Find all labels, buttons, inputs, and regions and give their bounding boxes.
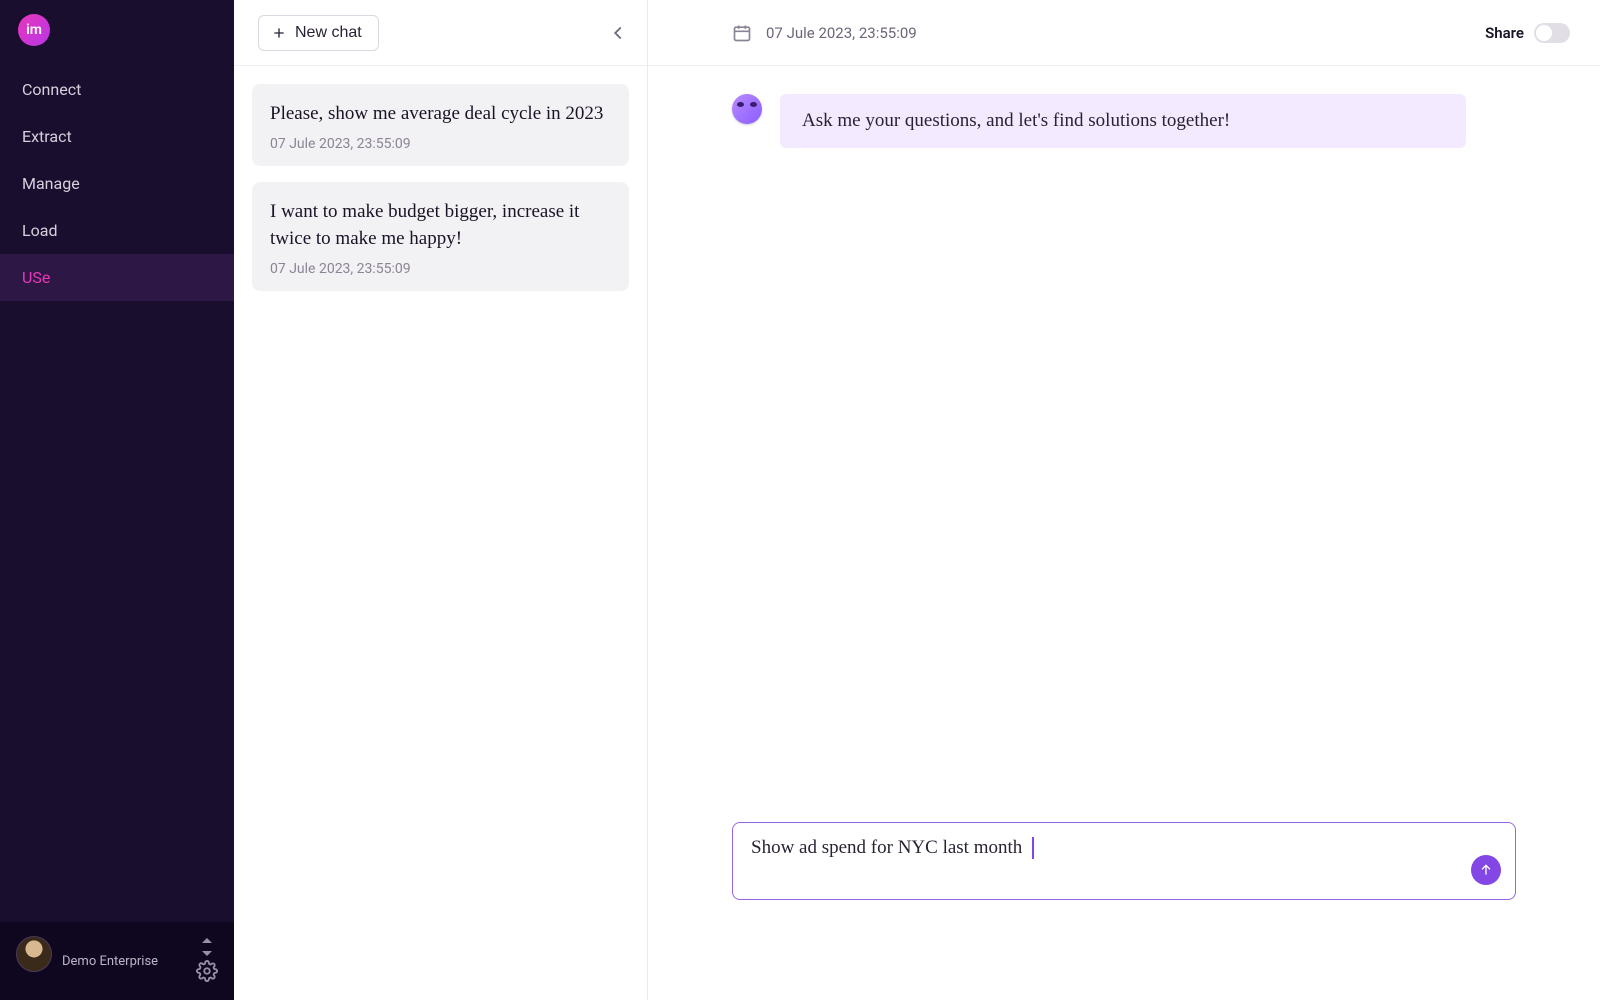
primary-nav: Connect Extract Manage Load USe: [0, 66, 234, 922]
message-input[interactable]: Show ad spend for NYC last month: [732, 822, 1516, 900]
sidebar-item-use[interactable]: USe: [0, 254, 234, 301]
chat-item-timestamp: 07 Jule 2023, 23:55:09: [270, 136, 611, 152]
header-date: 07 Jule 2023, 23:55:09: [766, 24, 917, 42]
account-switcher[interactable]: [200, 936, 214, 958]
calendar-icon: [732, 23, 752, 43]
gear-icon[interactable]: [196, 960, 218, 982]
chat-list-header: New chat: [234, 0, 647, 66]
bot-avatar-icon: [732, 94, 762, 124]
app-logo[interactable]: im: [18, 14, 50, 46]
chevron-up-icon: [202, 938, 212, 943]
sidebar-item-manage[interactable]: Manage: [0, 160, 234, 207]
sidebar-item-load[interactable]: Load: [0, 207, 234, 254]
sidebar-footer: Demo Enterprise: [0, 922, 234, 1000]
user-name: Demo Enterprise: [62, 954, 186, 969]
chevron-down-icon: [202, 951, 212, 956]
arrow-up-icon: [1478, 862, 1494, 878]
main-header: 07 Jule 2023, 23:55:09 Share: [648, 0, 1600, 66]
sidebar-item-extract[interactable]: Extract: [0, 113, 234, 160]
chat-item-timestamp: 07 Jule 2023, 23:55:09: [270, 261, 611, 277]
new-chat-button[interactable]: New chat: [258, 15, 379, 51]
bot-message-text: Ask me your questions, and let's find so…: [802, 110, 1230, 131]
chat-list-item[interactable]: Please, show me average deal cycle in 20…: [252, 84, 629, 166]
sidebar-item-label: USe: [22, 268, 50, 287]
chat-items: Please, show me average deal cycle in 20…: [234, 66, 647, 309]
bot-message-row: Ask me your questions, and let's find so…: [732, 94, 1510, 148]
header-right: Share: [1485, 23, 1570, 43]
app-logo-text: im: [26, 22, 42, 38]
send-button[interactable]: [1471, 855, 1501, 885]
composer-value: Show ad spend for NYC last month: [751, 837, 1034, 859]
composer-area: Show ad spend for NYC last month: [732, 822, 1516, 900]
sidebar-item-label: Load: [22, 221, 57, 240]
chat-list-panel: New chat Please, show me average deal cy…: [234, 0, 648, 1000]
new-chat-label: New chat: [295, 24, 362, 42]
plus-icon: [271, 25, 287, 41]
sidebar-item-label: Extract: [22, 127, 72, 146]
user-avatar[interactable]: [16, 936, 52, 972]
composer-text-value: Show ad spend for NYC last month: [751, 837, 1022, 859]
sidebar: im Connect Extract Manage Load USe Demo …: [0, 0, 234, 1000]
bot-message-bubble: Ask me your questions, and let's find so…: [780, 94, 1466, 148]
sidebar-item-label: Manage: [22, 174, 80, 193]
sidebar-item-label: Connect: [22, 80, 81, 99]
share-label: Share: [1485, 24, 1524, 42]
share-toggle[interactable]: [1534, 23, 1570, 43]
user-info: Demo Enterprise: [62, 936, 186, 969]
footer-controls: [196, 936, 218, 982]
logo-wrap: im: [0, 0, 234, 66]
conversation: Ask me your questions, and let's find so…: [648, 66, 1600, 148]
collapse-panel-icon[interactable]: [607, 22, 629, 44]
chat-item-title: I want to make budget bigger, increase i…: [270, 198, 611, 253]
chat-list-item[interactable]: I want to make budget bigger, increase i…: [252, 182, 629, 291]
sidebar-item-connect[interactable]: Connect: [0, 66, 234, 113]
chat-item-title: Please, show me average deal cycle in 20…: [270, 100, 611, 128]
main-panel: 07 Jule 2023, 23:55:09 Share Ask me your…: [648, 0, 1600, 1000]
text-caret: [1032, 837, 1034, 859]
header-left: 07 Jule 2023, 23:55:09: [732, 23, 917, 43]
